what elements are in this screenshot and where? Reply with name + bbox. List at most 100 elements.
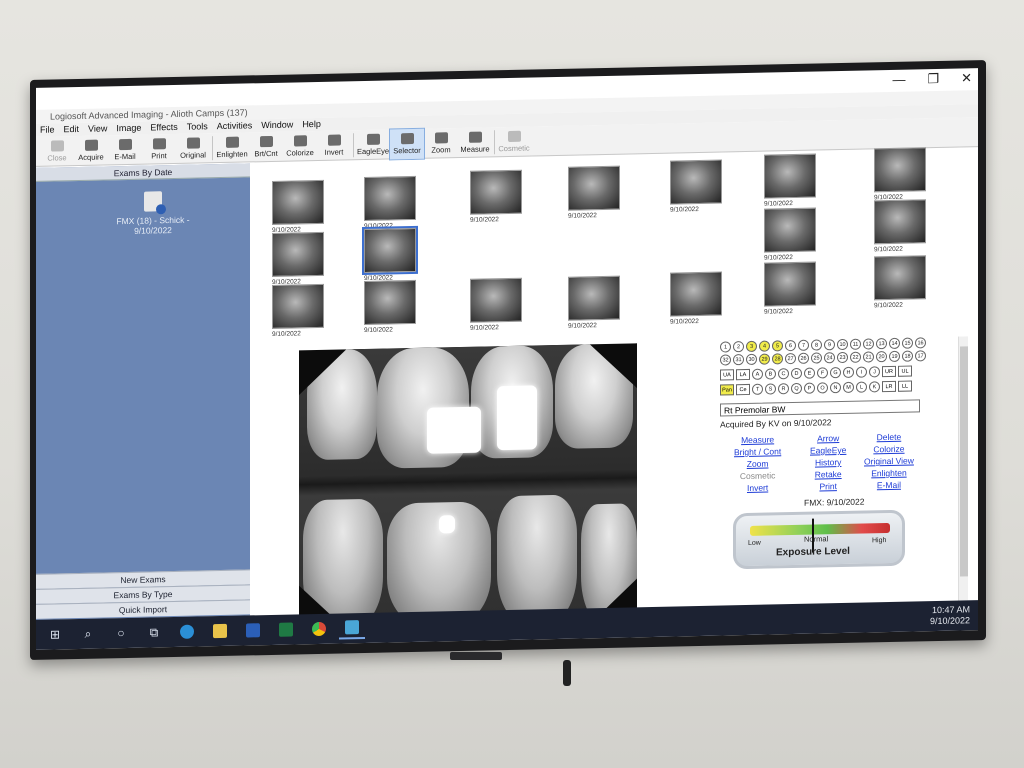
task-view-icon[interactable]: ⧉	[141, 621, 167, 644]
tooth-region-cell[interactable]: Ce	[736, 383, 750, 396]
tooth-cell[interactable]: 24	[824, 352, 835, 364]
tooth-region-cell[interactable]: LR	[882, 380, 896, 393]
enlighten-link[interactable]: Enlighten	[864, 467, 914, 479]
email-button[interactable]: E-Mail	[108, 135, 142, 166]
tooth-cell[interactable]: 7	[798, 339, 809, 351]
primary-tooth-cell[interactable]: S	[765, 383, 776, 395]
colorize-button[interactable]: Colorize	[283, 131, 317, 162]
tooth-region-cell[interactable]: UL	[898, 365, 912, 377]
xray-thumbnail[interactable]	[874, 147, 926, 193]
cortana-icon[interactable]: ○	[108, 622, 134, 645]
selector-button[interactable]: Selector	[389, 127, 425, 161]
enlighten-button[interactable]: Enlighten	[215, 132, 249, 163]
tooth-cell[interactable]: 21	[863, 351, 874, 363]
delete-link[interactable]: Delete	[864, 431, 914, 443]
menu-activities[interactable]: Activities	[217, 119, 253, 133]
restore-icon[interactable]: ❐	[927, 71, 939, 87]
primary-tooth-cell[interactable]: T	[752, 383, 763, 395]
original-view-link[interactable]: Original View	[864, 455, 914, 467]
zoom-button[interactable]: Zoom	[424, 128, 458, 159]
tooth-cell[interactable]: 30	[746, 353, 757, 366]
menu-effects[interactable]: Effects	[150, 121, 177, 135]
eagleeye-button[interactable]: EagleEye	[356, 129, 390, 160]
menu-image[interactable]: Image	[116, 122, 141, 136]
tooth-cell[interactable]: 19	[889, 350, 900, 363]
primary-tooth-cell[interactable]: K	[869, 381, 880, 393]
scrollbar-thumb[interactable]	[960, 346, 968, 577]
menu-file[interactable]: File	[40, 123, 55, 136]
tooth-cell[interactable]: 4	[759, 340, 770, 352]
xray-thumbnail[interactable]	[364, 279, 416, 326]
tooth-cell[interactable]: 12	[863, 338, 874, 350]
tooth-cell[interactable]: 22	[850, 351, 861, 363]
primary-tooth-cell[interactable]: Q	[791, 382, 802, 395]
primary-tooth-cell[interactable]: O	[817, 382, 828, 394]
tooth-cell[interactable]: 20	[876, 351, 887, 363]
tooth-cell[interactable]: 3	[746, 340, 757, 353]
tooth-cell[interactable]: 14	[889, 337, 900, 350]
menu-tools[interactable]: Tools	[187, 120, 208, 133]
menu-view[interactable]: View	[88, 122, 107, 135]
xray-thumbnail[interactable]	[764, 261, 816, 307]
primary-tooth-cell[interactable]: B	[765, 368, 776, 380]
arrow-link[interactable]: Arrow	[810, 433, 846, 445]
image-description-field[interactable]: Rt Premolar BW	[720, 399, 920, 417]
excel-icon[interactable]	[273, 618, 299, 641]
print-link[interactable]: Print	[810, 481, 846, 493]
word-icon[interactable]	[240, 619, 266, 642]
tooth-cell[interactable]: 8	[811, 339, 822, 351]
xray-thumbnail[interactable]	[874, 255, 926, 301]
tooth-cell[interactable]: 9	[824, 339, 835, 351]
primary-tooth-cell[interactable]: M	[843, 381, 854, 393]
windows-start-icon[interactable]: ⊞	[42, 623, 68, 646]
acquire-button[interactable]: Acquire	[74, 135, 108, 166]
primary-tooth-cell[interactable]: L	[856, 381, 867, 393]
system-clock[interactable]: 10:47 AM 9/10/2022	[930, 604, 970, 627]
tooth-cell[interactable]: 2	[733, 341, 744, 353]
zoom-link[interactable]: Zoom	[734, 458, 781, 470]
primary-tooth-cell[interactable]: P	[804, 382, 815, 394]
primary-tooth-cell[interactable]: I	[856, 366, 867, 378]
primary-tooth-cell[interactable]: D	[791, 367, 802, 380]
primary-tooth-cell[interactable]: N	[830, 382, 841, 394]
primary-tooth-cell[interactable]: R	[778, 383, 789, 395]
minimize-icon[interactable]: —	[892, 72, 905, 88]
tooth-cell[interactable]: 31	[733, 354, 744, 366]
search-icon[interactable]: ⌕	[75, 623, 101, 646]
imaging-app-icon[interactable]	[339, 616, 365, 640]
history-link[interactable]: History	[810, 457, 846, 469]
cosmetic-link[interactable]: Cosmetic	[734, 470, 781, 482]
primary-tooth-cell[interactable]: A	[752, 368, 763, 380]
xray-thumbnail[interactable]	[272, 283, 324, 329]
retake-link[interactable]: Retake	[810, 469, 846, 481]
tooth-region-cell[interactable]: LA	[736, 368, 750, 381]
tooth-cell[interactable]: 23	[837, 351, 848, 364]
tooth-region-cell[interactable]: UA	[720, 369, 734, 381]
xray-thumbnail[interactable]	[364, 175, 416, 222]
invert-button[interactable]: Invert	[317, 130, 351, 161]
xray-thumbnail[interactable]	[470, 169, 522, 215]
chrome-icon[interactable]	[306, 618, 332, 641]
xray-viewer[interactable]	[299, 343, 637, 631]
primary-tooth-cell[interactable]: F	[817, 367, 828, 379]
tooth-cell[interactable]: 6	[785, 339, 796, 352]
xray-thumbnail[interactable]	[568, 275, 620, 321]
print-button[interactable]: Print	[142, 134, 176, 165]
eagleeye-link[interactable]: EagleEye	[810, 445, 846, 457]
measure-button[interactable]: Measure	[458, 127, 492, 158]
tooth-cell[interactable]: 1	[720, 341, 731, 353]
original-button[interactable]: Original	[176, 133, 210, 164]
primary-tooth-cell[interactable]: C	[778, 368, 789, 380]
xray-thumbnail[interactable]	[272, 179, 324, 225]
tooth-cell[interactable]: 13	[876, 338, 887, 350]
menu-help[interactable]: Help	[302, 118, 321, 131]
tooth-cell[interactable]: 17	[915, 350, 926, 362]
xray-thumbnail[interactable]	[470, 277, 522, 323]
close-icon[interactable]: ✕	[961, 70, 972, 86]
brightness-contrast-button[interactable]: Brt/Cnt	[249, 132, 283, 163]
tooth-cell[interactable]: 28	[772, 353, 783, 365]
tooth-cell[interactable]: 29	[759, 353, 770, 365]
tooth-cell[interactable]: 15	[902, 337, 913, 349]
tooth-cell[interactable]: 11	[850, 338, 861, 350]
primary-tooth-cell[interactable]: E	[804, 367, 815, 379]
